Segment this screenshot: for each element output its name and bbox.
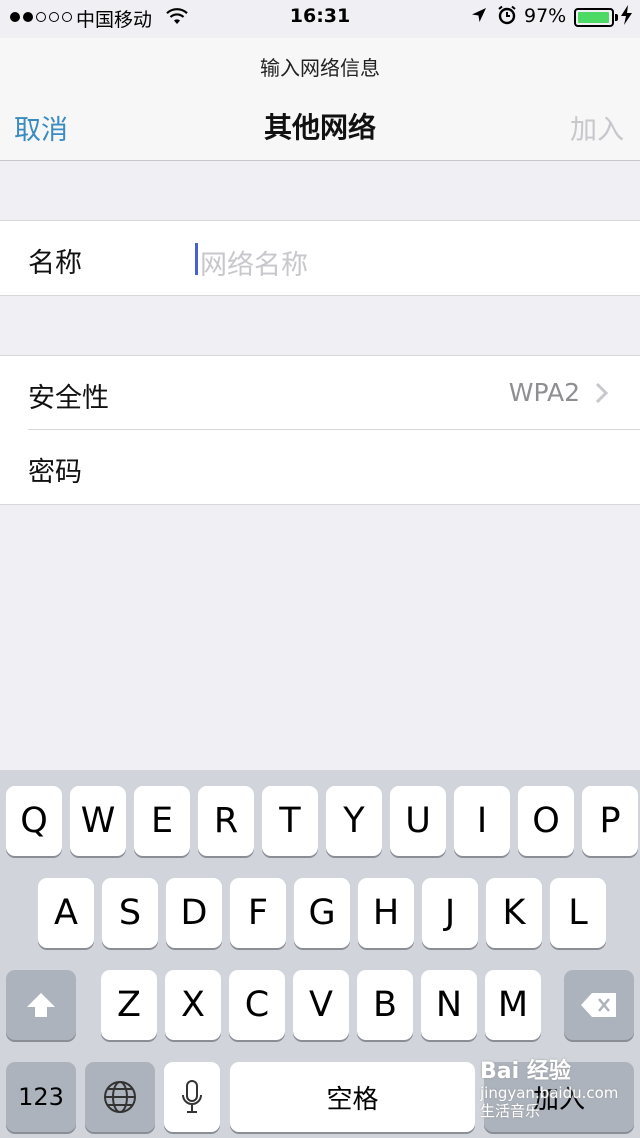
globe-key[interactable] (85, 1062, 155, 1132)
key-e[interactable]: E (134, 786, 190, 856)
location-arrow-icon (470, 6, 488, 29)
key-s[interactable]: S (102, 878, 158, 948)
watermark-line-3: 生活音乐 (480, 1102, 541, 1120)
microphone-icon (182, 1080, 202, 1113)
page-title: 其他网络 (263, 111, 376, 144)
globe-icon (104, 1081, 136, 1113)
key-f[interactable]: F (230, 878, 286, 948)
status-bar: 中国移动 16:31 97% (0, 0, 640, 38)
key-r[interactable]: R (198, 786, 254, 856)
key-l[interactable]: L (550, 878, 606, 948)
battery-tip (615, 14, 618, 21)
key-t[interactable]: T (262, 786, 318, 856)
battery-percentage: 97% (524, 5, 567, 27)
join-button[interactable]: 加入 (570, 108, 624, 147)
key-q[interactable]: Q (6, 786, 62, 856)
text-cursor (195, 243, 198, 275)
key-d[interactable]: D (166, 878, 222, 948)
watermark-line-2: jingyan.baidu.com (480, 1084, 619, 1102)
password-row[interactable]: 密码 (0, 430, 640, 504)
key-u[interactable]: U (390, 786, 446, 856)
key-p[interactable]: P (582, 786, 638, 856)
microphone-key[interactable] (164, 1062, 220, 1132)
battery-icon (574, 8, 614, 27)
security-row[interactable]: 安全性 WPA2 (0, 356, 640, 430)
key-y[interactable]: Y (326, 786, 382, 856)
key-i[interactable]: I (454, 786, 510, 856)
delete-key[interactable] (564, 970, 634, 1040)
security-group: 安全性 WPA2 密码 (0, 355, 640, 505)
name-group: 名称 网络名称 (0, 220, 640, 296)
key-v[interactable]: V (293, 970, 349, 1040)
key-c[interactable]: C (229, 970, 285, 1040)
nav-prompt: 输入网络信息 (260, 56, 380, 80)
space-key[interactable]: 空格 (230, 1062, 475, 1132)
key-x[interactable]: X (165, 970, 221, 1040)
key-z[interactable]: Z (101, 970, 157, 1040)
key-m[interactable]: M (485, 970, 541, 1040)
key-a[interactable]: A (38, 878, 94, 948)
baidu-watermark: Bai 经验 jingyan.baidu.com 生活音乐 (480, 1059, 619, 1121)
password-label: 密码 (28, 457, 82, 488)
network-name-input[interactable]: 网络名称 (200, 243, 308, 282)
key-k[interactable]: K (486, 878, 542, 948)
key-o[interactable]: O (518, 786, 574, 856)
alarm-icon (497, 5, 517, 30)
security-label: 安全性 (28, 383, 109, 414)
key-h[interactable]: H (358, 878, 414, 948)
shift-icon (27, 993, 55, 1017)
key-b[interactable]: B (357, 970, 413, 1040)
security-value: WPA2 (508, 378, 580, 407)
watermark-line-1: Bai 经验 (480, 1059, 571, 1084)
key-w[interactable]: W (70, 786, 126, 856)
numbers-key[interactable]: 123 (6, 1062, 76, 1132)
network-name-row[interactable]: 名称 网络名称 (0, 221, 640, 295)
key-n[interactable]: N (421, 970, 477, 1040)
chevron-right-icon (595, 382, 609, 404)
navigation-bar: 输入网络信息 取消 其他网络 加入 (0, 38, 640, 161)
delete-icon (581, 993, 616, 1017)
key-j[interactable]: J (422, 878, 478, 948)
key-g[interactable]: G (294, 878, 350, 948)
charging-bolt-icon (621, 5, 632, 30)
shift-key[interactable] (6, 970, 76, 1040)
network-name-label: 名称 (28, 248, 82, 279)
